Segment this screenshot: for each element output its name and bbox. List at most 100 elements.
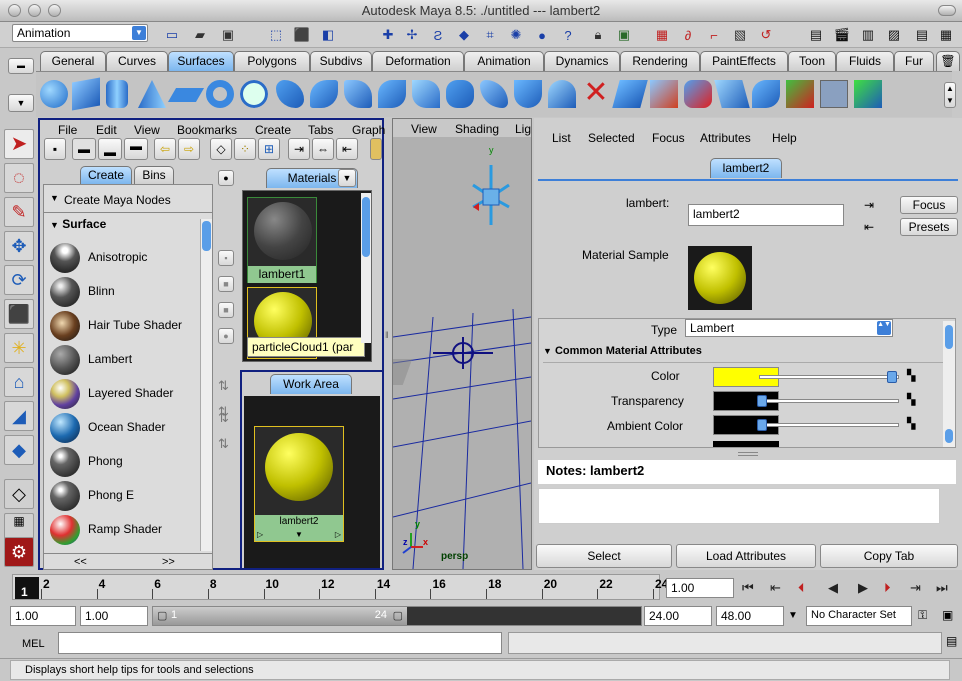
move-tool-icon[interactable]: ✥ [4,231,34,261]
playback-end-input[interactable]: 24.00 [644,606,712,626]
animation-prefs-icon[interactable]: ▣ [942,608,953,622]
toolbar-toggle-button[interactable] [938,5,956,16]
transparency-slider[interactable] [759,399,899,403]
ae-menu-help[interactable]: Help [772,131,797,145]
perspective-viewport[interactable]: View Shading Lig y y z x persp [392,118,532,570]
surface-editing-icon[interactable] [854,80,882,108]
shelf-tab-dynamics[interactable]: Dynamics [544,51,620,71]
make-live-icon[interactable]: ↺ [756,25,776,45]
input-output-connections-icon[interactable]: ⇔ [312,138,334,160]
work-node-ports[interactable]: ▷ ▼ ▷ [255,529,343,541]
shelf-tabs-toggle-icon[interactable]: ▬ [8,58,34,74]
menu-create[interactable]: Create [255,123,291,137]
shelf-tab-painteffects[interactable]: PaintEffects [700,51,788,71]
paint-select-tool-icon[interactable]: ✎ [4,197,34,227]
channel-box-toggle-icon[interactable]: ▤ [912,25,932,45]
soft-modification-icon[interactable]: ⌂ [4,367,34,397]
select-object-icon[interactable]: ⬛ [292,25,312,45]
range-bar-handle[interactable]: ▢ 1 24 ▢ [153,607,407,625]
shelf-tab-toon[interactable]: Toon [788,51,836,71]
shelf-tab-deformation[interactable]: Deformation [372,51,464,71]
show-manipulator-icon[interactable]: ◢ [4,401,34,431]
shelf-tab-subdivs[interactable]: Subdivs [310,51,372,71]
surface-section-header[interactable]: ▼ Surface [50,217,106,231]
step-back-frame-icon[interactable]: ⇤ [770,580,781,596]
play-backwards-icon[interactable]: ◀ [828,580,838,596]
shelf-tab-polygons[interactable]: Polygons [234,51,310,71]
materials-tab-menu-icon[interactable]: ▼ [338,169,356,187]
sort-by-name-icon[interactable]: ⇅ [218,378,229,394]
ambient-color-slider-thumb[interactable] [757,419,767,431]
mel-label[interactable]: MEL [22,638,45,650]
graph-materials-icon[interactable]: ⊞ [258,138,280,160]
step-forward-key-icon[interactable]: ⏵ [884,580,891,596]
render-current-frame-icon[interactable]: 🎬︎ [832,25,852,45]
forward-arrow-icon[interactable]: ⇨ [178,138,200,160]
clear-graph-icon[interactable]: ◇ [210,138,232,160]
current-frame-marker[interactable]: 1 [15,577,39,599]
color-slider-thumb[interactable] [887,371,897,383]
untrim-icon[interactable] [714,80,750,108]
select-by-curve-icon[interactable]: Ƨ [428,25,448,45]
node-ocean-shader[interactable]: Ocean Shader [50,411,200,445]
create-maya-nodes-header[interactable]: ▼ Create Maya Nodes [44,185,212,213]
attach-surfaces-icon[interactable] [752,80,780,108]
small-icons-icon[interactable]: ▪ [218,250,234,266]
hypershade-layout-icon[interactable]: ⚙ [4,537,34,567]
animation-start-input[interactable]: 1.00 [10,606,76,626]
type-select[interactable]: Lambert ▲▼ [685,319,893,337]
material-lambert1[interactable]: lambert1 [247,197,317,283]
materials-scrollbar[interactable] [361,193,371,343]
viewport-menu-lighting[interactable]: Lig [515,122,531,136]
snap-grid-icon[interactable]: ▦ [652,25,672,45]
playback-start-input[interactable]: 1.00 [80,606,148,626]
menu-tabs[interactable]: Tabs [308,123,333,137]
rotate-tool-icon[interactable]: ⟳ [4,265,34,295]
shelf-tab-curves[interactable]: Curves [106,51,168,71]
large-icons-icon[interactable]: ■ [218,302,234,318]
viewport-menu-view[interactable]: View [411,122,437,136]
manipulator-tool-icon[interactable]: ✳ [4,333,34,363]
open-scene-icon[interactable]: ▰ [190,25,210,45]
select-tool-icon[interactable]: ➤ [4,129,34,159]
snap-view-plane-icon[interactable]: ▧ [730,25,750,45]
ipr-render-icon[interactable]: ▥ [858,25,878,45]
shelf-tab-general[interactable]: General [40,51,106,71]
work-area-canvas[interactable]: lambert2 ▷ ▼ ▷ [244,396,380,568]
snap-curve-icon[interactable]: ∂ [678,25,698,45]
extrude-icon[interactable] [378,80,406,108]
nurbs-torus-icon[interactable] [206,80,234,108]
xlarge-icons-icon[interactable]: ● [218,328,234,344]
current-time-input[interactable]: 1.00 [666,578,734,598]
select-hierarchy-icon[interactable]: ⬚ [266,25,286,45]
menu-file[interactable]: File [58,123,77,137]
select-by-dynamic-icon[interactable]: ✺ [506,25,526,45]
output-connections-icon[interactable]: ⇤ [336,138,358,160]
nurbs-cylinder-icon[interactable] [106,80,128,108]
shelf-tab-fluids[interactable]: Fluids [836,51,894,71]
animation-end-input[interactable]: 48.00 [716,606,784,626]
medium-icons-icon[interactable]: ■ [218,276,234,292]
select-by-misc-icon[interactable]: ? [558,25,578,45]
toolbar-overflow-icon[interactable] [370,138,382,160]
incandescence-swatch[interactable] [713,441,779,447]
node-list-scrollbar[interactable] [200,219,212,551]
ae-scrollbar[interactable] [943,321,955,447]
go-to-start-icon[interactable]: ⏮ [742,580,754,596]
shelf-scroll-icon[interactable]: ▲ ▼ [944,82,956,108]
ambient-map-icon[interactable]: ▚ [907,417,915,430]
new-scene-icon[interactable]: ▭ [162,25,182,45]
top-tabs-only-icon[interactable]: ▬ [72,138,96,160]
ae-menu-attributes[interactable]: Attributes [700,131,751,145]
key-icon[interactable]: ⚿ [918,608,927,623]
intersect-surfaces-icon[interactable] [650,80,678,108]
transparency-slider-thumb[interactable] [757,395,767,407]
create-bar-toggle-icon[interactable]: ▪ [44,138,66,160]
range-bar[interactable]: ▢ 1 24 ▢ [152,606,642,626]
node-phong[interactable]: Phong [50,445,200,479]
boundary-icon[interactable] [446,80,474,108]
select-component-icon[interactable]: ◧ [318,25,338,45]
time-slider[interactable]: 1 2 4 6 8 10 12 14 16 18 20 22 24 1.00 ⏮ ⇤ ⏴ ◀ ▶ ⏵ … [0,572,962,600]
nurbs-plane-icon[interactable] [167,88,205,102]
scroll-right-button[interactable]: >> [162,556,175,568]
